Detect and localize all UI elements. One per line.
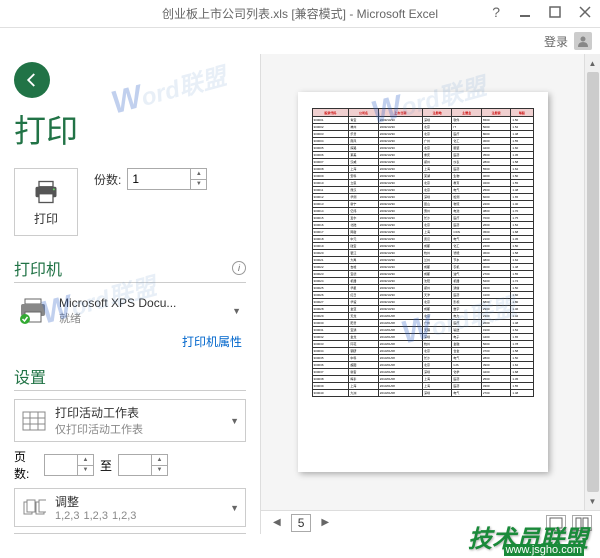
page-from-down[interactable]: ▼ [77, 466, 93, 476]
chevron-down-icon: ▼ [230, 416, 239, 426]
settings-section-title: 设置 [14, 364, 46, 388]
page-to-up[interactable]: ▲ [151, 455, 167, 466]
collate-dropdown[interactable]: 调整 1,2,3 1,2,3 1,2,3 ▼ [14, 488, 246, 527]
orientation-dropdown[interactable]: 纵向 ▼ [14, 533, 246, 534]
back-button[interactable] [14, 62, 50, 98]
close-button[interactable] [570, 0, 600, 24]
printer-name: Microsoft XPS Docu... [59, 296, 224, 310]
help-icon[interactable]: ? [492, 4, 500, 20]
print-what-desc: 仅打印活动工作表 [55, 421, 222, 437]
prev-page-button[interactable]: ◀ [269, 515, 285, 530]
page-from-input[interactable]: ▲▼ [44, 454, 94, 476]
file-name: 创业板上市公司列表.xls [162, 7, 288, 21]
copies-label: 份数: [94, 171, 121, 188]
current-page[interactable]: 5 [291, 514, 312, 532]
page-title: 打印 [14, 106, 246, 152]
user-avatar-icon[interactable] [574, 32, 592, 50]
compat-mode: [兼容模式] [291, 7, 346, 21]
printer-status: 就绪 [59, 310, 224, 326]
print-what-dropdown[interactable]: 打印活动工作表 仅打印活动工作表 ▼ [14, 399, 246, 442]
scroll-down-button[interactable]: ▼ [586, 494, 600, 508]
chevron-down-icon: ▼ [232, 306, 241, 316]
printer-device-icon [19, 297, 51, 325]
print-what-name: 打印活动工作表 [55, 404, 222, 421]
printer-icon [32, 178, 60, 206]
printer-properties-link[interactable]: 打印机属性 [14, 333, 246, 350]
print-preview: 股票代码公司名上市日期注册地主营业注册资每股300001青宝2009/10/30… [261, 54, 584, 510]
brand-url: www.jsgho.com [504, 544, 584, 556]
info-icon[interactable]: i [232, 261, 246, 275]
collate-icon [21, 497, 47, 519]
next-page-button[interactable]: ▶ [317, 515, 333, 530]
scrollbar-thumb[interactable] [587, 72, 599, 492]
copies-up-button[interactable]: ▲ [190, 169, 206, 180]
collate-name: 调整 [55, 493, 222, 510]
collate-opt3: 1,2,3 [112, 510, 136, 522]
login-link[interactable]: 登录 [544, 33, 568, 50]
app-name: Microsoft Excel [357, 7, 438, 21]
page-to-input[interactable]: ▲▼ [118, 454, 168, 476]
print-button-label: 打印 [34, 210, 58, 227]
page-from-up[interactable]: ▲ [77, 455, 93, 466]
minimize-button[interactable] [510, 0, 540, 24]
page-to-down[interactable]: ▼ [151, 466, 167, 476]
printer-section-title: 打印机 [14, 256, 62, 280]
copies-input[interactable]: 1 ▲ ▼ [127, 168, 207, 190]
worksheet-icon [21, 410, 47, 432]
scroll-up-button[interactable]: ▲ [586, 56, 600, 70]
print-button[interactable]: 打印 [14, 168, 78, 236]
copies-down-button[interactable]: ▼ [190, 180, 206, 190]
printer-dropdown[interactable]: Microsoft XPS Docu... 就绪 ▼ [14, 291, 246, 331]
vertical-scrollbar[interactable]: ▲ ▼ [584, 54, 600, 510]
maximize-button[interactable] [540, 0, 570, 24]
pages-label: 页数: [14, 448, 38, 482]
pages-to-label: 至 [100, 457, 112, 474]
collate-opt2: 1,2,3 [83, 510, 107, 522]
preview-page: 股票代码公司名上市日期注册地主营业注册资每股300001青宝2009/10/30… [298, 92, 548, 472]
collate-opt1: 1,2,3 [55, 510, 79, 522]
chevron-down-icon: ▼ [230, 503, 239, 513]
